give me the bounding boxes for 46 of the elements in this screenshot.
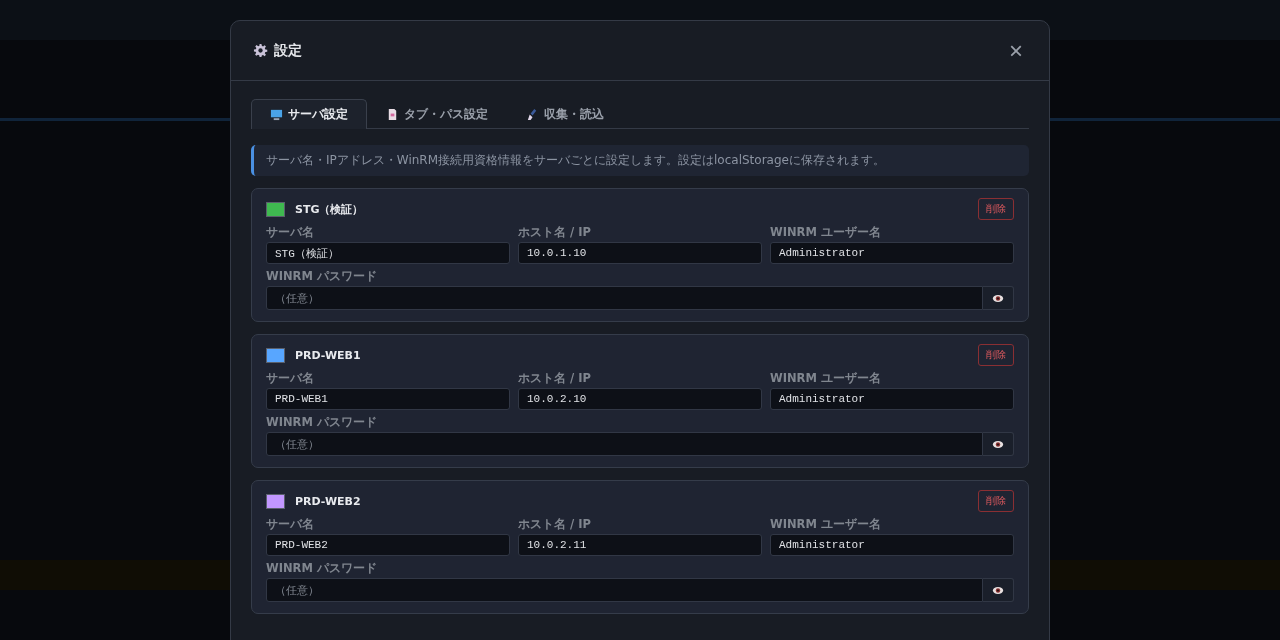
password-field[interactable]: （任意）	[266, 432, 984, 456]
settings-icon	[253, 43, 268, 58]
tab[interactable]: タブ・パス設定	[367, 99, 507, 129]
field-label: ホスト名 / IP	[518, 517, 592, 532]
password-field[interactable]: （任意）	[266, 286, 984, 310]
document-icon	[386, 108, 399, 121]
delete-button[interactable]: 削除	[978, 198, 1014, 220]
password-field[interactable]: （任意）	[266, 578, 984, 602]
field-label: WINRM パスワード	[266, 415, 378, 430]
server-title: STG（検証）	[295, 201, 364, 217]
info-note: サーバ名・IPアドレス・WinRM接続用資格情報をサーバごとに設定します。設定はlocalStorageに保存されます。	[251, 145, 1029, 176]
monitor-icon	[270, 108, 283, 121]
username-field[interactable]: Administrator	[770, 388, 1014, 410]
delete-button[interactable]: 削除	[978, 490, 1014, 512]
server-title: PRD-WEB2	[295, 494, 361, 508]
show-password-button[interactable]	[983, 286, 1014, 310]
field-label: サーバ名	[266, 371, 315, 386]
field-label: WINRM ユーザー名	[770, 371, 882, 386]
show-password-button[interactable]	[983, 578, 1014, 602]
server-name-field[interactable]: PRD-WEB2	[266, 534, 510, 556]
host-field[interactable]: 10.0.2.11	[518, 534, 762, 556]
tab[interactable]: サーバ設定	[251, 99, 367, 129]
server-title: PRD-WEB1	[295, 348, 361, 362]
eye-icon	[992, 439, 1005, 449]
brush-icon	[526, 108, 539, 121]
field-label: WINRM パスワード	[266, 561, 378, 576]
eye-icon	[992, 293, 1005, 303]
host-field[interactable]: 10.0.1.10	[518, 242, 762, 264]
server-name-field[interactable]: PRD-WEB1	[266, 388, 510, 410]
server-name-field[interactable]: STG（検証）	[266, 242, 510, 264]
tab[interactable]: 収集・読込	[507, 99, 623, 129]
field-label: WINRM ユーザー名	[770, 517, 882, 532]
show-password-button[interactable]	[983, 432, 1014, 456]
field-label: WINRM ユーザー名	[770, 225, 882, 240]
field-label: ホスト名 / IP	[518, 225, 592, 240]
username-field[interactable]: Administrator	[770, 534, 1014, 556]
username-field[interactable]: Administrator	[770, 242, 1014, 264]
field-label: ホスト名 / IP	[518, 371, 592, 386]
eye-icon	[992, 585, 1005, 595]
delete-button[interactable]: 削除	[978, 344, 1014, 366]
host-field[interactable]: 10.0.2.10	[518, 388, 762, 410]
dialog-title: 設定	[274, 41, 302, 60]
field-label: WINRM パスワード	[266, 269, 378, 284]
field-label: サーバ名	[266, 517, 315, 532]
close-button[interactable]: ×	[1005, 38, 1027, 63]
field-label: サーバ名	[266, 225, 315, 240]
